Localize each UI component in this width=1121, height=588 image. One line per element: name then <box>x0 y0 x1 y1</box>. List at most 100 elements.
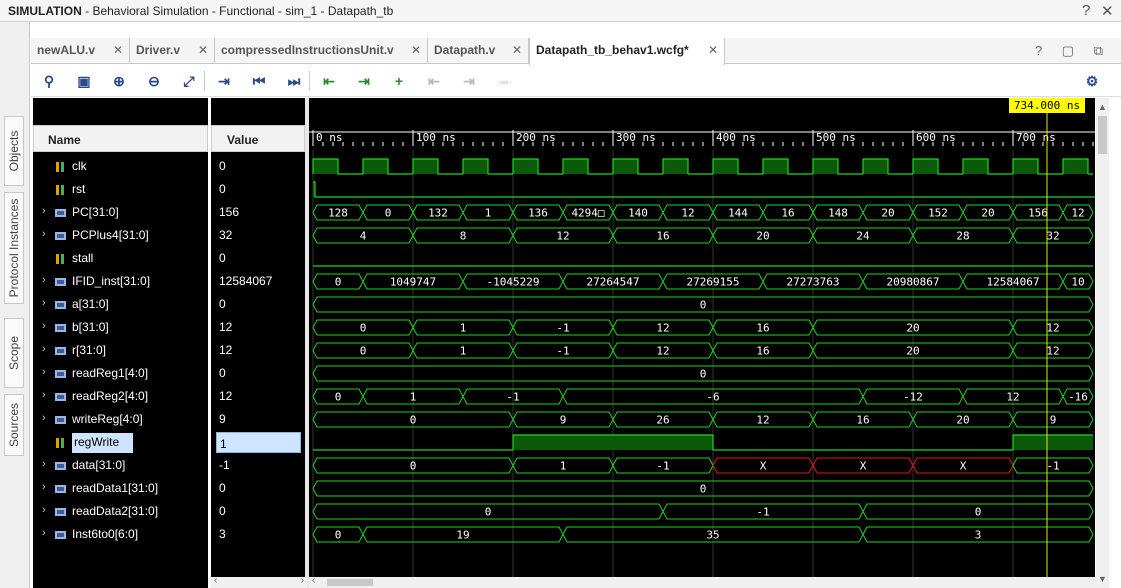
help-icon[interactable]: ? <box>1082 2 1090 19</box>
signal-row[interactable]: stall <box>33 247 208 270</box>
side-tab-objects[interactable]: Objects <box>4 116 24 186</box>
waveform-panel[interactable]: 0 ns 100 ns 200 ns 300 ns 400 ns 500 ns 600 ns… <box>309 98 1113 577</box>
time-label: 100 ns <box>416 131 456 144</box>
previous-transition-icon[interactable]: ⇤ <box>319 71 339 91</box>
vertical-scrollbar[interactable]: ▲ ▼ <box>1096 98 1109 588</box>
expand-chevron-icon[interactable]: › <box>42 412 46 424</box>
close-icon[interactable]: ✕ <box>512 43 522 57</box>
bus-value: 20 <box>906 345 919 358</box>
tab-driver[interactable]: Driver.v ✕ <box>130 38 215 64</box>
expand-chevron-icon[interactable]: › <box>42 481 46 493</box>
signal-row[interactable]: › a[31:0] <box>33 293 208 316</box>
bus-value: -12 <box>903 391 923 404</box>
bus-value: 4294□ <box>571 207 604 220</box>
bus-value: 12 <box>1006 391 1019 404</box>
time-label: 400 ns <box>716 131 756 144</box>
bus-value: 1 <box>410 391 417 404</box>
value-horizontal-scrollbar[interactable]: ‹ › <box>211 575 307 588</box>
zoom-out-icon[interactable]: ⊖ <box>144 71 164 91</box>
close-icon[interactable]: ✕ <box>198 43 208 57</box>
tab-compressed-instructions-unit[interactable]: compressedInstructionsUnit.v ✕ <box>215 38 428 64</box>
bus-value: 0 <box>360 322 367 335</box>
name-column-header[interactable]: Name <box>33 125 208 152</box>
tab-datapath-tb-wcfg[interactable]: Datapath_tb_behav1.wcfg* ✕ <box>529 38 725 65</box>
tab-newalu[interactable]: newALU.v ✕ <box>31 38 130 64</box>
gear-icon[interactable]: ⚙ <box>1082 71 1102 91</box>
next-transition-icon[interactable]: ⇥ <box>354 71 374 91</box>
signal-row[interactable]: › r[31:0] <box>33 339 208 362</box>
signal-row[interactable]: regWrite <box>33 431 208 454</box>
expand-chevron-icon[interactable]: › <box>42 527 46 539</box>
signal-row[interactable]: › readData1[31:0] <box>33 477 208 500</box>
signal-row[interactable]: › Inst6to0[6:0] <box>33 523 208 546</box>
signal-row[interactable]: › readReg1[4:0] <box>33 362 208 385</box>
close-icon[interactable]: ✕ <box>113 43 123 57</box>
tab-window-controls[interactable]: ? ▢ ⧉ <box>1035 43 1111 59</box>
close-icon[interactable]: ✕ <box>1101 2 1114 20</box>
wave-horizontal-scrollbar[interactable]: ‹ <box>309 575 1096 588</box>
signal-row[interactable]: › IFID_inst[31:0] <box>33 270 208 293</box>
expand-chevron-icon[interactable]: › <box>42 343 46 355</box>
bus-value: 16 <box>781 207 794 220</box>
side-tab-protocol-instances[interactable]: Protocol Instances <box>4 192 24 304</box>
bus-value: -1045229 <box>487 276 540 289</box>
bus-value: 12 <box>1071 207 1084 220</box>
go-to-start-icon[interactable]: ⏮ <box>249 71 269 91</box>
signal-row[interactable]: › readReg2[4:0] <box>33 385 208 408</box>
save-icon[interactable]: ▣ <box>74 71 94 91</box>
bus-value: 32 <box>1046 230 1059 243</box>
signal-row[interactable]: › b[31:0] <box>33 316 208 339</box>
time-label: 200 ns <box>516 131 556 144</box>
bus-signal-icon <box>55 322 66 332</box>
bus-value: 12 <box>1046 322 1059 335</box>
expand-chevron-icon[interactable]: › <box>42 458 46 470</box>
signal-row[interactable]: clk <box>33 155 208 178</box>
cursor-label: 734.000 ns <box>1014 99 1080 112</box>
signal-row[interactable]: › readData2[31:0] <box>33 500 208 523</box>
bus-value: 1 <box>560 460 567 473</box>
expand-chevron-icon[interactable]: › <box>42 228 46 240</box>
expand-chevron-icon[interactable]: › <box>42 320 46 332</box>
bus-value: 0 <box>335 276 342 289</box>
expand-chevron-icon[interactable]: › <box>42 504 46 516</box>
bus-value: 0 <box>700 299 707 312</box>
bus-signal-icon <box>55 529 66 539</box>
signal-value: 156 <box>219 205 240 219</box>
signal-row[interactable]: › data[31:0] <box>33 454 208 477</box>
expand-chevron-icon[interactable]: › <box>42 297 46 309</box>
expand-chevron-icon[interactable]: › <box>42 274 46 286</box>
bus-signal-icon <box>55 460 66 470</box>
bus-value: -16 <box>1068 391 1088 404</box>
bus-value: 0 <box>335 391 342 404</box>
zoom-fit-icon[interactable]: ⤢ <box>179 71 199 91</box>
bus-value: 0 <box>335 529 342 542</box>
expand-chevron-icon[interactable]: › <box>42 366 46 378</box>
bus-value: 12 <box>656 322 669 335</box>
go-to-cursor-icon[interactable]: ⇥ <box>214 71 234 91</box>
next-marker-icon: ⇥ <box>463 73 475 89</box>
go-to-end-icon[interactable]: ⏭ <box>284 71 304 91</box>
signal-row[interactable]: › PC[31:0] <box>33 201 208 224</box>
bus-value: 12 <box>556 230 569 243</box>
bus-value: 0 <box>385 207 392 220</box>
signal-row[interactable]: rst <box>33 178 208 201</box>
side-tab-sources[interactable]: Sources <box>4 394 24 456</box>
close-icon[interactable]: ✕ <box>708 43 718 57</box>
bus-value: 1 <box>460 322 467 335</box>
expand-chevron-icon[interactable]: › <box>42 389 46 401</box>
bit-signal-icon <box>55 184 66 195</box>
signal-row[interactable]: › writeReg[4:0] <box>33 408 208 431</box>
value-column-header[interactable]: Value <box>211 125 305 152</box>
bus-value: 0 <box>360 345 367 358</box>
add-marker-icon[interactable]: + <box>389 71 409 91</box>
bus-value: 0 <box>700 368 707 381</box>
signal-row[interactable]: › PCPlus4[31:0] <box>33 224 208 247</box>
expand-chevron-icon[interactable]: › <box>42 205 46 217</box>
zoom-in-icon[interactable]: ⊕ <box>109 71 129 91</box>
search-icon[interactable]: ⚲ <box>39 71 59 91</box>
side-tab-scope[interactable]: Scope <box>4 318 24 388</box>
close-icon[interactable]: ✕ <box>411 43 421 57</box>
signal-name: a[31:0] <box>72 297 109 311</box>
tab-datapath[interactable]: Datapath.v ✕ <box>428 38 529 64</box>
waveform-canvas[interactable]: 0 ns 100 ns 200 ns 300 ns 400 ns 500 ns 600 ns… <box>309 98 1113 577</box>
